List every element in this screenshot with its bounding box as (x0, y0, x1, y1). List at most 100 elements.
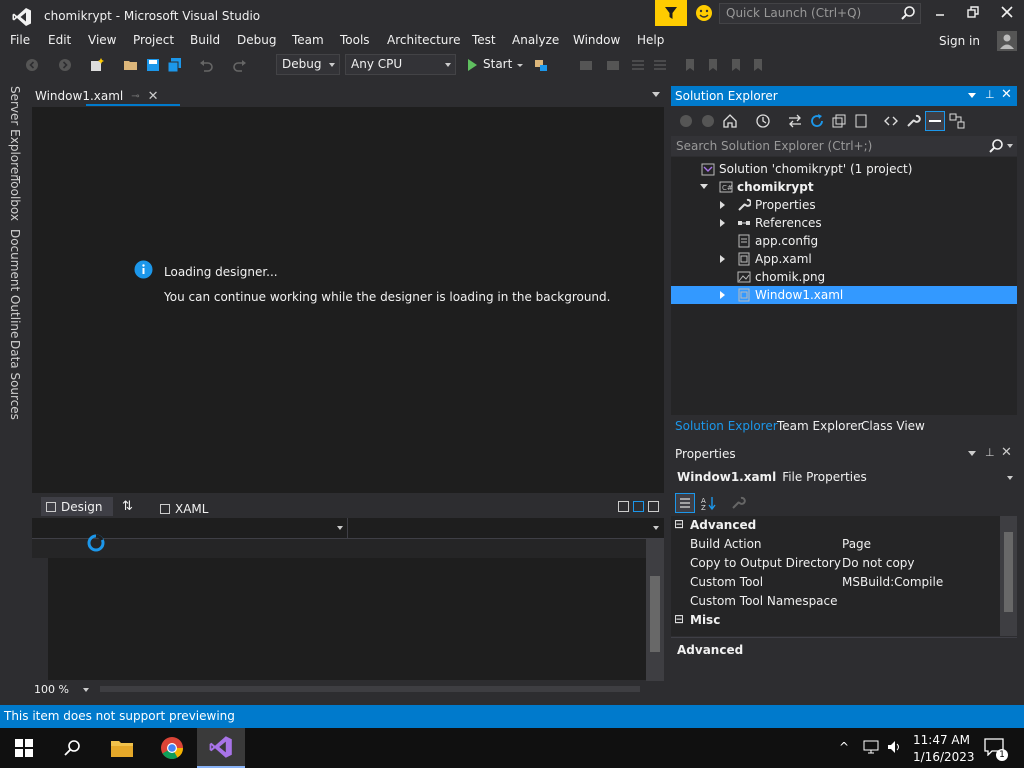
pin-icon[interactable]: ⊥ (985, 88, 995, 101)
xaml-editor[interactable] (48, 558, 646, 680)
tree-item[interactable]: References (671, 214, 1017, 232)
uncomment-icon[interactable] (652, 57, 668, 73)
zoom-dropdown[interactable]: 100 % (34, 683, 89, 696)
property-pages-wrench-icon[interactable] (730, 495, 746, 511)
member-dropdown[interactable] (349, 518, 663, 538)
forward-icon[interactable] (700, 113, 716, 129)
menu-file[interactable]: File (10, 33, 30, 47)
pending-changes-icon[interactable] (755, 113, 771, 129)
find-in-files-icon[interactable] (578, 57, 594, 73)
menu-debug[interactable]: Debug (237, 33, 276, 47)
property-value[interactable]: Do not copy (842, 556, 915, 570)
menu-team[interactable]: Team (292, 33, 324, 47)
next-bookmark-icon[interactable] (728, 57, 744, 73)
restore-button[interactable] (965, 4, 981, 20)
property-row[interactable]: Copy to Output Directory Do not copy (671, 554, 1001, 573)
show-all-files-icon[interactable] (853, 113, 869, 129)
pin-icon[interactable]: ⊥ (985, 446, 995, 459)
home-icon[interactable] (722, 113, 738, 129)
category-misc[interactable]: ⊟ Misc (671, 611, 1001, 630)
window-menu-icon[interactable] (968, 451, 976, 456)
menu-view[interactable]: View (88, 33, 116, 47)
menu-project[interactable]: Project (133, 33, 174, 47)
file-explorer-icon[interactable] (98, 728, 146, 768)
tree-item[interactable]: chomik.png (671, 268, 1017, 286)
server-explorer-tab[interactable]: Server Explorer (8, 86, 22, 179)
pin-icon[interactable]: ⊸ (131, 91, 139, 102)
view-code-icon[interactable] (883, 113, 899, 129)
properties-wrench-icon[interactable] (905, 113, 921, 129)
chrome-icon[interactable] (148, 728, 196, 768)
scroll-thumb[interactable] (650, 576, 660, 652)
network-icon[interactable] (862, 739, 880, 755)
property-row[interactable]: Custom Tool Namespace (671, 592, 1001, 611)
tree-item[interactable]: Window1.xaml (671, 286, 1017, 304)
sync-icon[interactable] (787, 113, 803, 129)
property-grid-scrollbar[interactable] (1000, 516, 1017, 636)
preview-selected-items-icon[interactable] (925, 111, 945, 131)
toggle-icon[interactable] (605, 57, 621, 73)
collapsed-arrow-icon[interactable] (720, 291, 725, 299)
tree-item[interactable]: Properties (671, 196, 1017, 214)
search-options-icon[interactable] (1007, 144, 1013, 148)
swap-panes-icon[interactable]: ⇅ (122, 499, 133, 514)
menu-architecture[interactable]: Architecture (387, 33, 460, 47)
menu-build[interactable]: Build (190, 33, 220, 47)
navigate-back-icon[interactable] (24, 57, 40, 73)
properties-object-selector[interactable]: Window1.xaml File Properties (677, 470, 867, 484)
platform-dropdown[interactable]: Any CPU (345, 54, 456, 75)
search-icon[interactable] (988, 138, 1004, 154)
expanded-arrow-icon[interactable] (700, 184, 708, 189)
navigate-forward-icon[interactable] (57, 57, 73, 73)
prev-bookmark-icon[interactable] (705, 57, 721, 73)
open-file-icon[interactable] (123, 57, 139, 73)
feedback-flag-button[interactable] (655, 0, 687, 26)
toolbox-tab[interactable]: Toolbox (8, 176, 22, 221)
property-value[interactable]: MSBuild:Compile (842, 575, 943, 589)
collapse-icon[interactable]: ⊟ (674, 612, 684, 626)
refresh-icon[interactable] (809, 113, 825, 129)
tree-item[interactable]: C# chomikrypt (671, 178, 1017, 196)
undo-icon[interactable] (198, 57, 214, 73)
close-tab-icon[interactable]: ✕ (148, 89, 159, 104)
search-icon[interactable] (48, 728, 96, 768)
category-advanced[interactable]: ⊟ Advanced (671, 516, 1001, 535)
start-button[interactable]: Start (483, 57, 512, 71)
collapsed-arrow-icon[interactable] (720, 255, 725, 263)
collapse-all-icon[interactable] (831, 113, 847, 129)
show-hidden-icons-icon[interactable]: ^ (839, 740, 849, 754)
save-all-icon[interactable] (167, 57, 183, 73)
send-feedback-smiley-icon[interactable] (695, 4, 713, 22)
property-row[interactable]: Build Action Page (671, 535, 1001, 554)
alphabetical-sort-icon[interactable]: AZ (700, 495, 716, 511)
tab-team-explorer[interactable]: Team Explorer (777, 419, 863, 433)
collapse-pane-icon[interactable] (648, 501, 659, 512)
quick-launch-input[interactable]: Quick Launch (Ctrl+Q) (719, 3, 921, 24)
comment-icon[interactable] (630, 57, 646, 73)
chevron-down-icon[interactable] (1007, 476, 1013, 480)
horizontal-split-icon[interactable] (633, 501, 644, 512)
property-value[interactable]: Page (842, 537, 871, 551)
menu-help[interactable]: Help (637, 33, 664, 47)
vertical-split-icon[interactable] (618, 501, 629, 512)
element-dropdown[interactable] (32, 518, 348, 538)
bookmark-icon[interactable] (682, 57, 698, 73)
tree-item[interactable]: Solution 'chomikrypt' (1 project) (671, 160, 1017, 178)
editor-vertical-scrollbar[interactable] (646, 539, 664, 681)
close-icon[interactable]: ✕ (1001, 87, 1012, 102)
class-diagram-icon[interactable] (949, 113, 965, 129)
tree-item[interactable]: app.config (671, 232, 1017, 250)
collapsed-arrow-icon[interactable] (720, 201, 725, 209)
save-icon[interactable] (145, 57, 161, 73)
document-outline-tab[interactable]: Document Outline (8, 229, 22, 338)
tab-solution-explorer[interactable]: Solution Explorer (675, 419, 778, 433)
start-play-icon[interactable] (464, 57, 480, 73)
xaml-tab[interactable]: XAML (160, 502, 208, 516)
windows-start-icon[interactable] (0, 728, 48, 768)
visual-studio-taskbar-icon[interactable] (197, 728, 245, 768)
clock-date[interactable]: 1/16/2023 (913, 750, 975, 764)
property-row[interactable]: Custom Tool MSBuild:Compile (671, 573, 1001, 592)
menu-test[interactable]: Test (472, 33, 496, 47)
scroll-thumb[interactable] (1004, 532, 1013, 612)
menu-edit[interactable]: Edit (48, 33, 71, 47)
